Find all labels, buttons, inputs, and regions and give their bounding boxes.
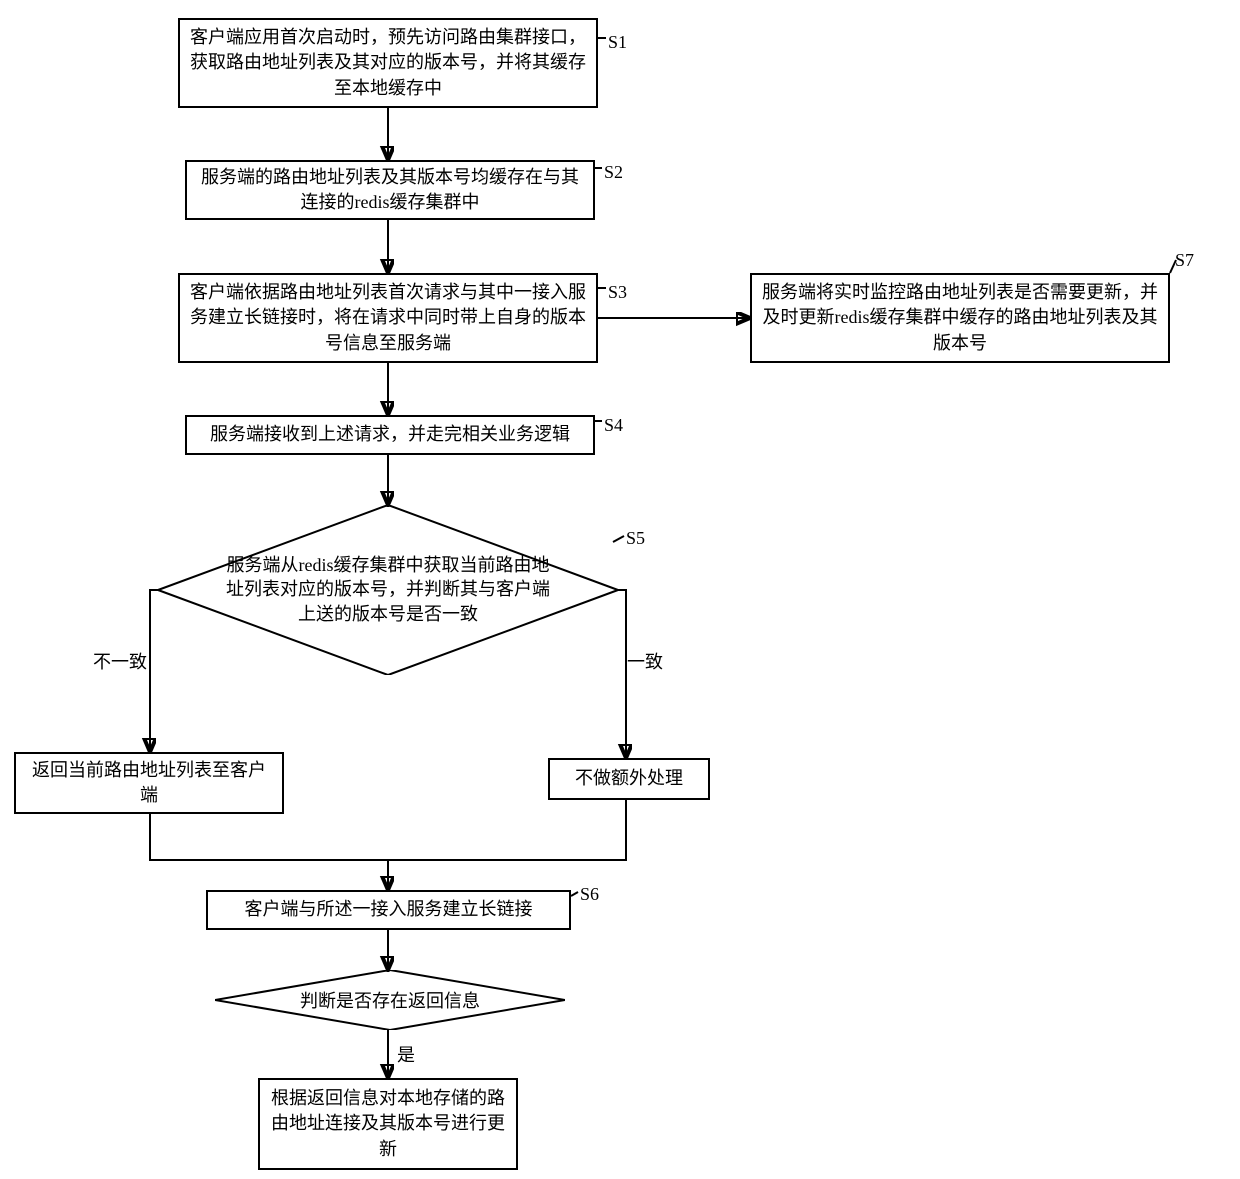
final-step-text: 根据返回信息对本地存储的路由地址连接及其版本号进行更新 — [270, 1086, 506, 1162]
step-s7-box: 服务端将实时监控路由地址列表是否需要更新，并及时更新redis缓存集群中缓存的路… — [750, 273, 1170, 363]
step-s6-box: 客户端与所述一接入服务建立长链接 — [206, 890, 571, 930]
branch-no-match: 不一致 — [93, 648, 147, 674]
branch-match: 一致 — [627, 648, 663, 674]
step-s3-box: 客户端依据路由地址列表首次请求与其中一接入服务建立长链接时，将在请求中同时带上自… — [178, 273, 598, 363]
decision-s5-diamond: 服务端从redis缓存集群中获取当前路由地址列表对应的版本号，并判断其与客户端上… — [158, 505, 618, 675]
step-s6-text: 客户端与所述一接入服务建立长链接 — [245, 897, 533, 922]
step-s5-label: S5 — [626, 528, 645, 549]
decision-2-text: 判断是否存在返回信息 — [215, 989, 565, 1013]
step-s3-label: S3 — [608, 282, 627, 303]
step-s1-label: S1 — [608, 32, 627, 53]
final-step-box: 根据返回信息对本地存储的路由地址连接及其版本号进行更新 — [258, 1078, 518, 1170]
branch-yes: 是 — [397, 1041, 415, 1067]
step-s7-text: 服务端将实时监控路由地址列表是否需要更新，并及时更新redis缓存集群中缓存的路… — [762, 280, 1158, 356]
step-s3-text: 客户端依据路由地址列表首次请求与其中一接入服务建立长链接时，将在请求中同时带上自… — [190, 280, 586, 356]
step-s1-box: 客户端应用首次启动时，预先访问路由集群接口，获取路由地址列表及其对应的版本号，并… — [178, 18, 598, 108]
step-s2-box: 服务端的路由地址列表及其版本号均缓存在与其连接的redis缓存集群中 — [185, 160, 595, 220]
result-no-extra-box: 不做额外处理 — [548, 758, 710, 800]
decision-s5-text: 服务端从redis缓存集群中获取当前路由地址列表对应的版本号，并判断其与客户端上… — [158, 553, 618, 626]
step-s7-label: S7 — [1175, 250, 1194, 271]
step-s6-label: S6 — [580, 884, 599, 905]
step-s4-label: S4 — [604, 415, 623, 436]
step-s2-text: 服务端的路由地址列表及其版本号均缓存在与其连接的redis缓存集群中 — [197, 165, 583, 215]
result-no-extra-text: 不做额外处理 — [575, 766, 683, 791]
step-s2-label: S2 — [604, 162, 623, 183]
decision-2-diamond: 判断是否存在返回信息 — [215, 970, 565, 1030]
result-return-list-text: 返回当前路由地址列表至客户端 — [26, 758, 272, 808]
step-s4-text: 服务端接收到上述请求，并走完相关业务逻辑 — [210, 422, 570, 447]
step-s1-text: 客户端应用首次启动时，预先访问路由集群接口，获取路由地址列表及其对应的版本号，并… — [190, 25, 586, 101]
result-return-list-box: 返回当前路由地址列表至客户端 — [14, 752, 284, 814]
step-s4-box: 服务端接收到上述请求，并走完相关业务逻辑 — [185, 415, 595, 455]
